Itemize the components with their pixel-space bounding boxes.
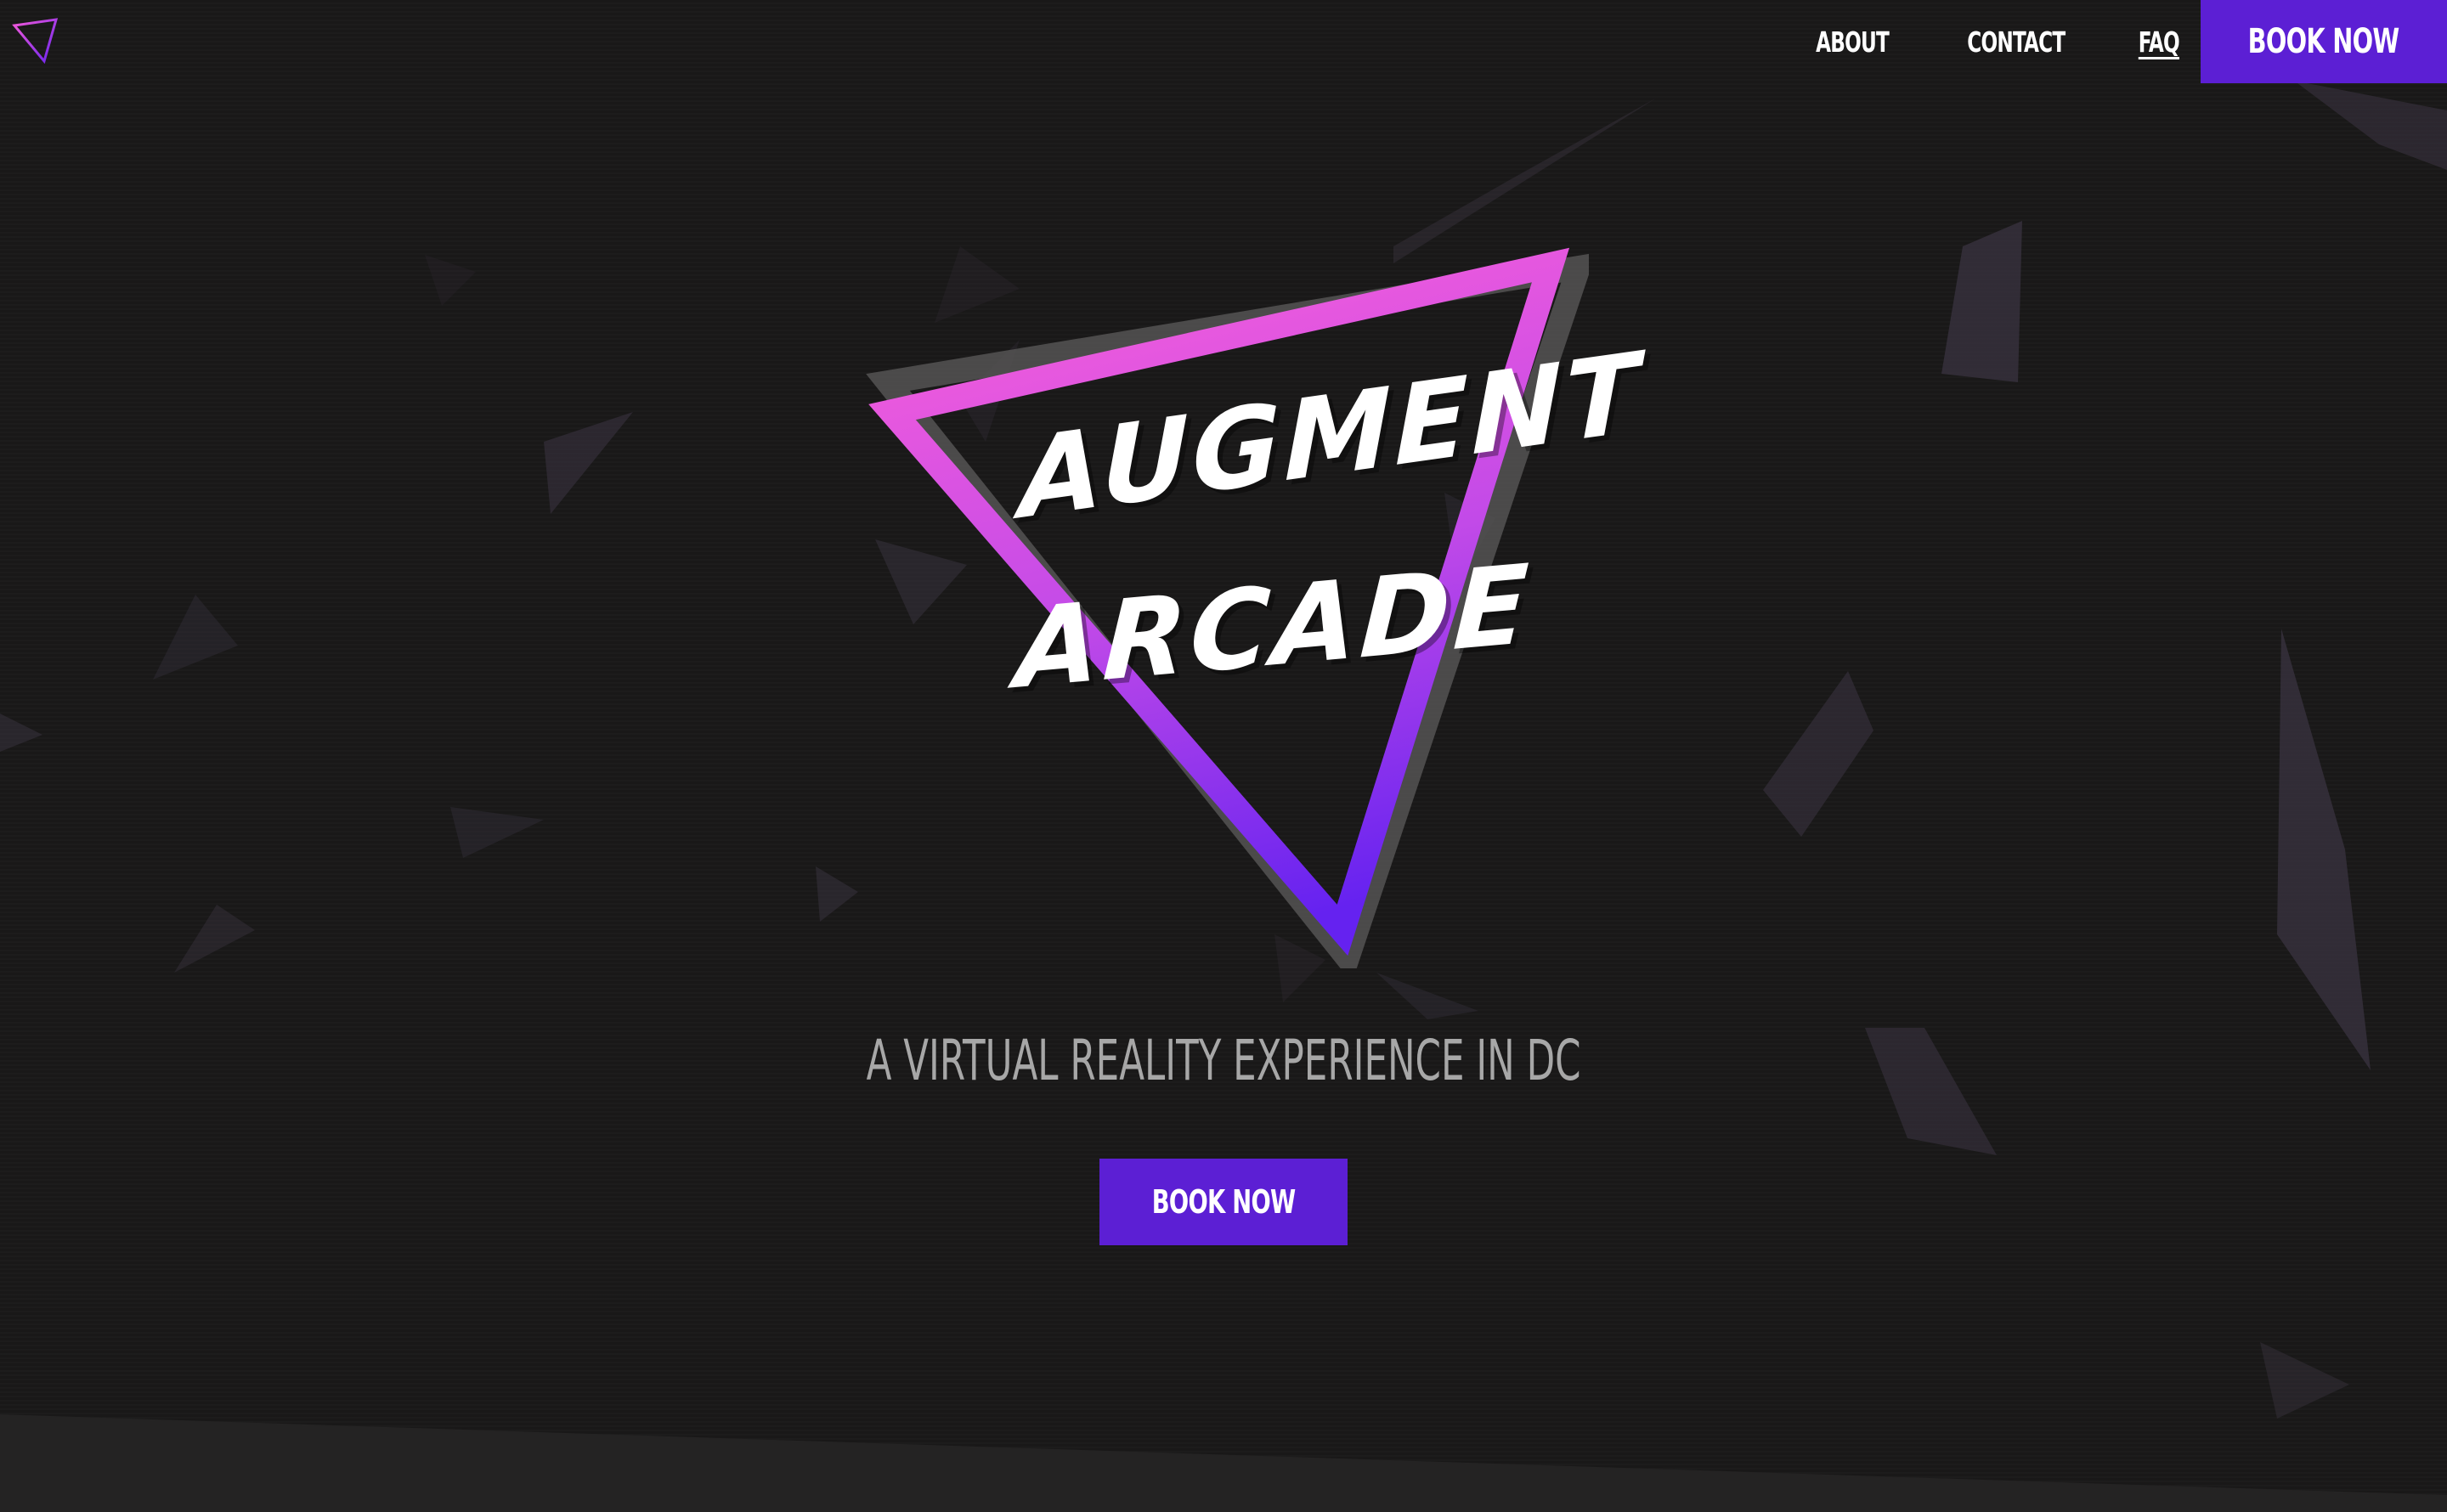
triangle-logo-icon[interactable]	[12, 17, 59, 65]
hero-tagline: A VIRTUAL REALITY EXPERIENCE IN DC	[0, 1028, 2447, 1093]
top-nav: ABOUT CONTACT FAQ BOOK NOW	[1806, 0, 2447, 83]
landing-page: ABOUT CONTACT FAQ BOOK NOW AUGMENT ARCAD…	[0, 0, 2447, 1512]
nav-link-contact[interactable]: CONTACT	[1967, 25, 2066, 59]
hero-tagline-text: A VIRTUAL REALITY EXPERIENCE IN DC	[866, 1028, 1581, 1093]
nav-book-now-label: BOOK NOW	[2248, 22, 2400, 61]
nav-book-now-button[interactable]: BOOK NOW	[2201, 0, 2447, 83]
nav-link-faq[interactable]: FAQ	[2139, 25, 2180, 59]
hero-book-now-label: BOOK NOW	[1151, 1183, 1296, 1221]
hero-book-now-button[interactable]: BOOK NOW	[1099, 1159, 1348, 1245]
nav-link-about[interactable]: ABOUT	[1816, 25, 1890, 59]
